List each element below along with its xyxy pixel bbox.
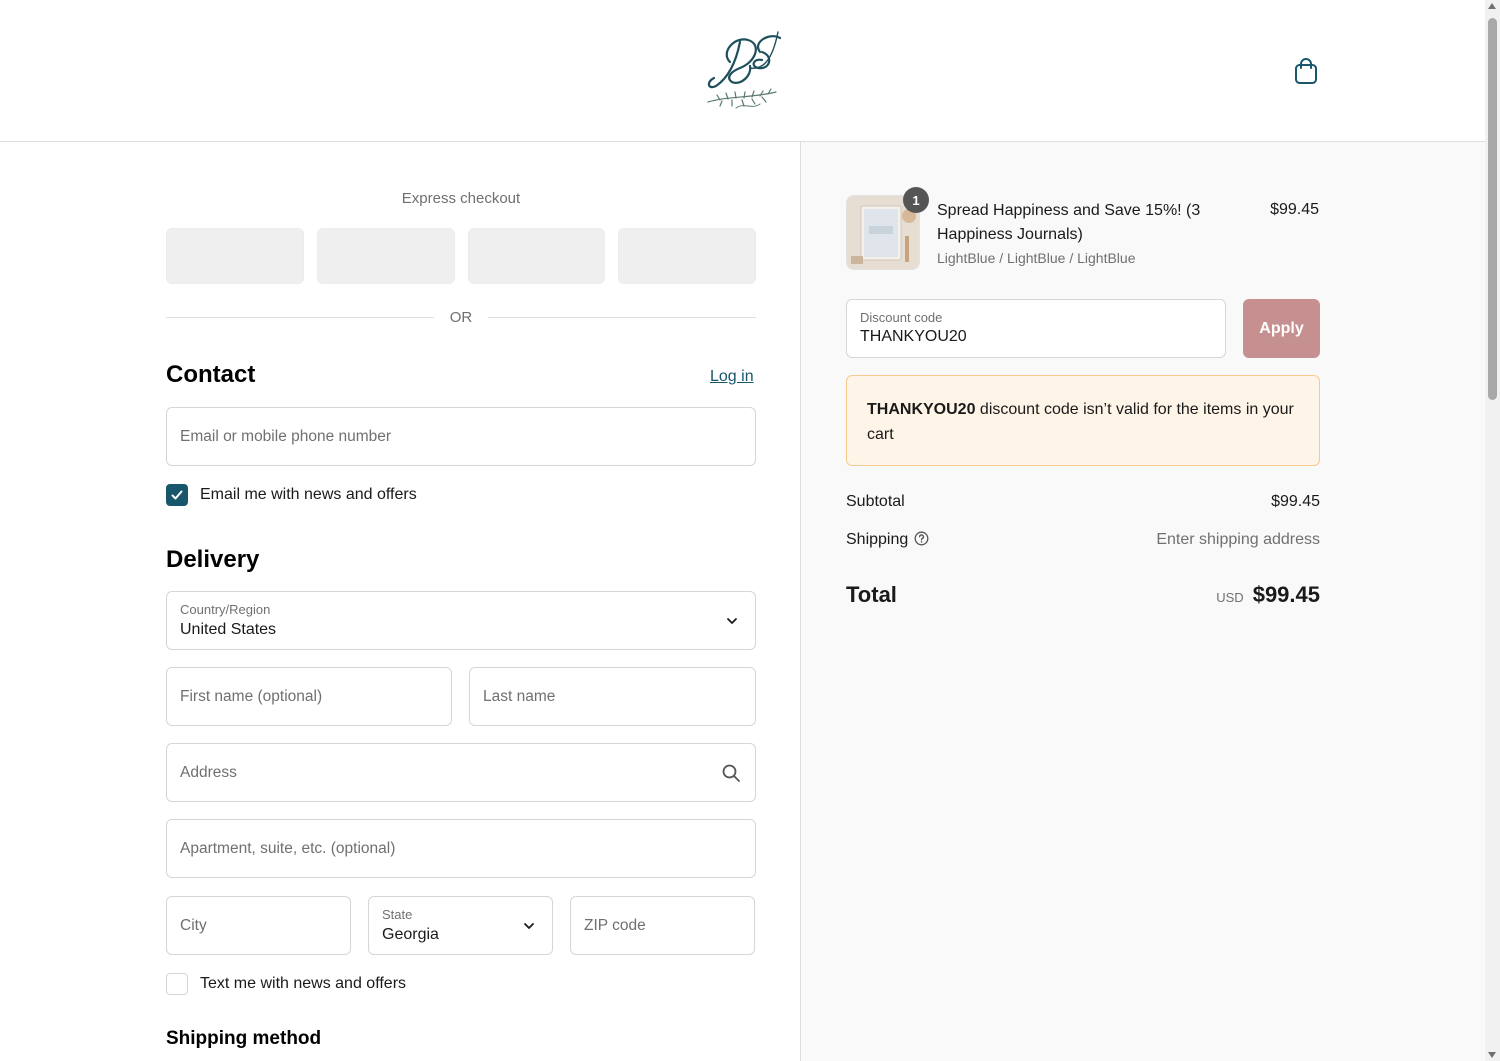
country-label: Country/Region (180, 602, 271, 617)
express-checkout-title: Express checkout (401, 190, 521, 207)
or-divider: OR (166, 307, 756, 327)
discount-error-alert: THANKYOU20 discount code isn’t valid for… (846, 375, 1320, 466)
state-value: Georgia (382, 926, 439, 943)
subtotal-value: $99.45 (1271, 493, 1320, 510)
shipping-label: Shipping (846, 531, 909, 548)
email-news-option: Email me with news and offers (166, 484, 417, 506)
express-button-3[interactable] (467, 228, 606, 284)
page-scrollbar[interactable] (1485, 0, 1500, 1061)
discount-label: Discount code (860, 310, 943, 325)
city-placeholder: City (180, 916, 207, 934)
product-price: $99.45 (1270, 201, 1319, 218)
delivery-title: Delivery (166, 546, 260, 573)
last-name-placeholder: Last name (483, 687, 556, 705)
address-field[interactable]: Address (166, 743, 756, 802)
address-placeholder: Address (180, 763, 237, 781)
total-value: $99.45 (1252, 582, 1320, 607)
divider-line (488, 316, 756, 318)
apartment-placeholder: Apartment, suite, etc. (optional) (180, 839, 396, 857)
quantity-badge: 1 (903, 187, 929, 213)
header (0, 0, 1485, 142)
state-label: State (382, 907, 413, 922)
scroll-up-arrow-icon[interactable] (1488, 3, 1496, 9)
email-news-checkbox[interactable] (166, 484, 188, 506)
country-select[interactable]: Country/Region United States (166, 591, 756, 650)
total-currency: USD (1216, 590, 1244, 605)
chevron-down-icon (727, 617, 737, 624)
city-field[interactable]: City (166, 896, 351, 955)
subtotal-label: Subtotal (846, 493, 905, 510)
discount-value: THANKYOU20 (860, 328, 967, 345)
email-placeholder: Email or mobile phone number (180, 427, 392, 445)
subtotal-row: Subtotal $99.45 (846, 493, 1320, 511)
login-link[interactable]: Log in (710, 368, 754, 386)
email-field[interactable]: Email or mobile phone number (166, 407, 756, 466)
scroll-down-arrow-icon[interactable] (1488, 1052, 1496, 1058)
email-news-label: Email me with news and offers (200, 486, 417, 503)
shipping-method-title: Shipping method (166, 1028, 322, 1049)
shopping-bag-icon[interactable] (1292, 56, 1320, 86)
state-select[interactable]: State Georgia (368, 896, 553, 955)
express-checkout-buttons (166, 228, 756, 284)
express-button-4[interactable] (618, 228, 756, 284)
product-name: Spread Happiness and Save 15%! (3 Happin… (937, 202, 1201, 243)
or-text: OR (449, 308, 473, 326)
alert-code: THANKYOU20 (867, 401, 976, 418)
shipping-row: Shipping Enter shipping address (846, 531, 1320, 549)
search-icon (722, 764, 740, 782)
zip-field[interactable]: ZIP code (570, 896, 755, 955)
apply-button[interactable]: Apply (1243, 299, 1320, 358)
total-value-wrap: USD $99.45 (1216, 582, 1320, 608)
total-row: Total USD $99.45 (846, 582, 1320, 608)
brand-logo[interactable] (700, 22, 790, 116)
text-news-label: Text me with news and offers (200, 975, 407, 992)
text-news-checkbox[interactable] (166, 973, 188, 995)
apartment-field[interactable]: Apartment, suite, etc. (optional) (166, 819, 756, 878)
zip-placeholder: ZIP code (584, 916, 646, 934)
country-value: United States (180, 621, 277, 638)
total-label: Total (846, 582, 897, 607)
product-variant: LightBlue / LightBlue / LightBlue (937, 250, 1136, 266)
chevron-down-icon (524, 922, 534, 929)
text-news-option: Text me with news and offers (166, 973, 406, 995)
first-name-placeholder: First name (optional) (180, 687, 323, 705)
last-name-field[interactable]: Last name (469, 667, 756, 726)
checkmark-icon (171, 490, 183, 500)
contact-title: Contact (166, 361, 256, 388)
discount-code-field[interactable]: Discount code THANKYOU20 (846, 299, 1226, 358)
express-button-2[interactable] (316, 228, 455, 284)
shipping-label-wrap: Shipping (846, 531, 929, 549)
first-name-field[interactable]: First name (optional) (166, 667, 452, 726)
help-icon[interactable] (914, 531, 929, 546)
scroll-thumb[interactable] (1488, 18, 1497, 400)
shipping-value: Enter shipping address (1156, 531, 1320, 548)
divider-line (166, 316, 434, 318)
express-button-1[interactable] (166, 228, 304, 284)
